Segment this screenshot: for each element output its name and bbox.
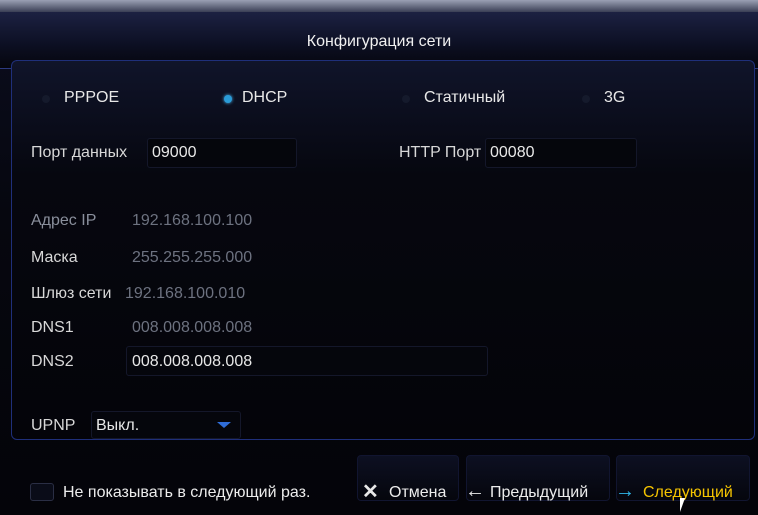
settings-panel bbox=[11, 60, 755, 440]
cancel-label: Отмена bbox=[389, 484, 447, 501]
dialog-title: Конфигурация сети bbox=[306, 33, 452, 50]
previous-label: Предыдущий bbox=[490, 484, 589, 501]
http-port-label: HTTP Порт bbox=[399, 144, 482, 161]
ip-address-label: Адрес IP bbox=[31, 212, 97, 229]
data-port-value: 09000 bbox=[152, 144, 197, 161]
radio-dot-icon bbox=[582, 95, 590, 103]
close-icon: ✕ bbox=[362, 481, 379, 503]
next-label: Следующий bbox=[643, 484, 733, 501]
screen-top-strip bbox=[0, 0, 758, 12]
gateway-label: Шлюз сети bbox=[31, 285, 112, 302]
mask-label: Маска bbox=[31, 249, 78, 266]
arrow-right-icon: → bbox=[615, 480, 635, 502]
radio-label: DHCP bbox=[242, 89, 288, 106]
data-port-label: Порт данных bbox=[31, 144, 128, 161]
radio-dot-icon bbox=[42, 95, 50, 103]
radio-selected-icon bbox=[224, 95, 232, 103]
ip-address-field[interactable]: 192.168.100.100 bbox=[132, 212, 252, 230]
dns2-field: 008.008.008.008 bbox=[132, 353, 253, 370]
dns2-label: DNS2 bbox=[31, 353, 74, 370]
gateway-field[interactable]: 192.168.100.010 bbox=[125, 285, 245, 303]
radio-label: PPPOE bbox=[64, 89, 120, 106]
upnp-label: UPNP bbox=[31, 417, 76, 434]
mouse-cursor-icon bbox=[680, 498, 685, 512]
dont-show-checkbox[interactable] bbox=[30, 483, 54, 501]
mask-field[interactable]: 255.255.255.000 bbox=[132, 249, 252, 267]
dns1-field[interactable]: 008.008.008.008 bbox=[132, 319, 252, 337]
chevron-down-icon bbox=[217, 422, 231, 428]
http-port-value: 00080 bbox=[490, 144, 535, 161]
radio-label: 3G bbox=[604, 89, 626, 106]
dns1-label: DNS1 bbox=[31, 319, 74, 336]
radio-label: Статичный bbox=[424, 89, 506, 106]
radio-dot-icon bbox=[402, 95, 410, 103]
arrow-left-icon: ← bbox=[465, 480, 485, 502]
upnp-value: Выкл. bbox=[96, 417, 140, 434]
dont-show-label: Не показывать в следующий раз. bbox=[63, 484, 311, 501]
